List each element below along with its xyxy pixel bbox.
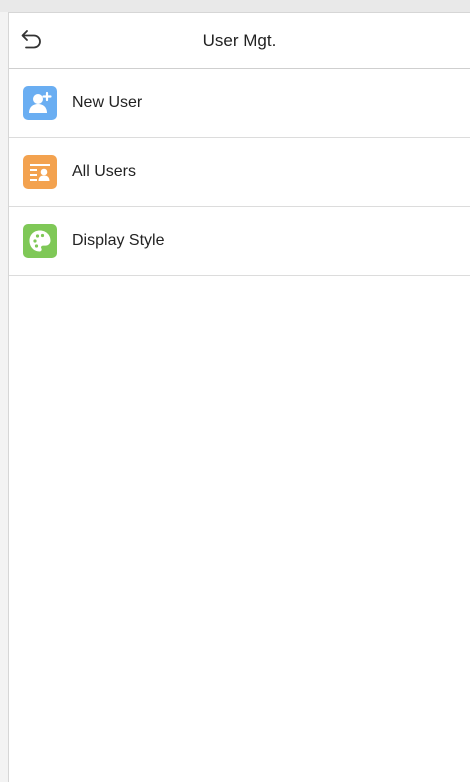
add-user-icon	[23, 86, 57, 120]
user-management-screen: User Mgt. New User All Users Display Sty…	[0, 0, 470, 782]
menu-item-label: Display Style	[72, 232, 165, 249]
header-bar: User Mgt.	[9, 13, 470, 69]
menu-item-label: New User	[72, 94, 143, 111]
palette-icon	[23, 224, 57, 258]
page-title: User Mgt.	[202, 31, 277, 50]
menu-item-display-style[interactable]: Display Style	[9, 207, 470, 276]
menu-item-all-users[interactable]: All Users	[9, 138, 470, 207]
top-background	[0, 0, 470, 12]
menu-item-label: All Users	[72, 163, 137, 180]
content-panel: User Mgt. New User All Users Display Sty…	[8, 12, 470, 782]
menu-item-new-user[interactable]: New User	[9, 69, 470, 138]
user-list-icon	[23, 155, 57, 189]
